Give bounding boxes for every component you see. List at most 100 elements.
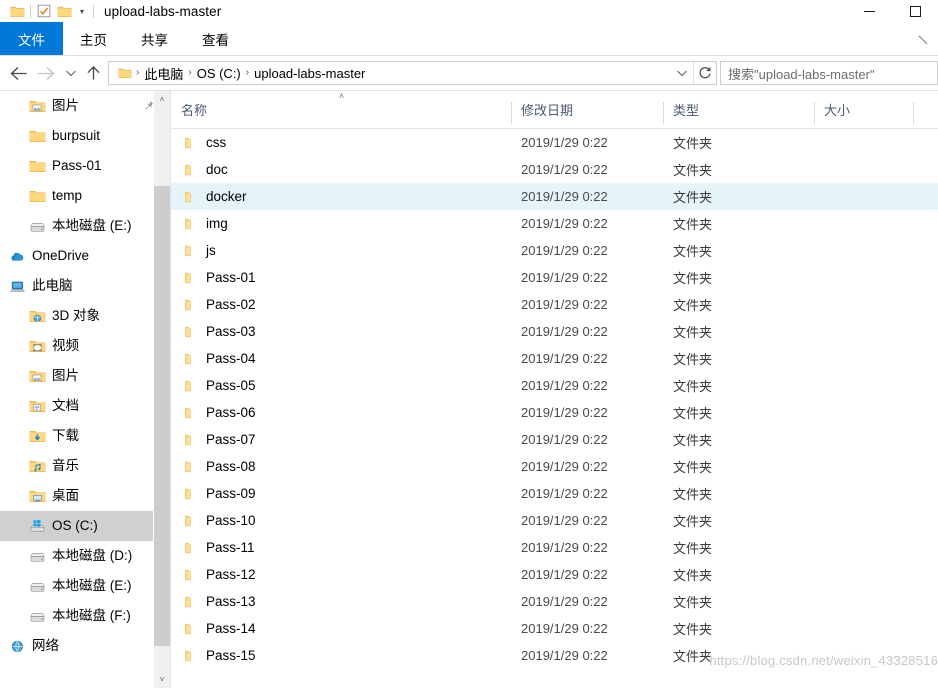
cell-type: 文件夹 [673, 433, 713, 448]
address-dropdown-icon[interactable] [671, 62, 693, 84]
table-row[interactable]: Pass-12 2019/1/29 0:22 文件夹 [171, 561, 938, 588]
cell-name: Pass-04 [171, 351, 511, 366]
column-header-name[interactable]: 名称 ˄ [171, 91, 511, 128]
cell-date-modified: 2019/1/29 0:22 [521, 540, 608, 555]
cell-type: 文件夹 [673, 514, 713, 529]
sidebar-item-本地磁盘f[interactable]: 本地磁盘 (F:) [0, 601, 170, 631]
sidebar-item-本地磁盘e[interactable]: 本地磁盘 (E:) [0, 571, 170, 601]
table-row[interactable]: Pass-08 2019/1/29 0:22 文件夹 [171, 453, 938, 480]
table-row[interactable]: Pass-14 2019/1/29 0:22 文件夹 [171, 615, 938, 642]
sidebar-item-网络[interactable]: 网络 [0, 631, 170, 661]
table-row[interactable]: doc 2019/1/29 0:22 文件夹 [171, 156, 938, 183]
folder-icon [28, 127, 46, 145]
sidebar-item-文档[interactable]: 文档 [0, 391, 170, 421]
scrollbar-thumb[interactable] [154, 186, 170, 646]
sidebar-item-桌面[interactable]: 桌面 [0, 481, 170, 511]
sidebar-item-onedrive[interactable]: OneDrive [0, 241, 170, 271]
tab-file[interactable]: 文件 [0, 22, 63, 55]
maximize-button[interactable] [892, 0, 938, 22]
up-button[interactable] [82, 58, 104, 88]
minimize-button[interactable] [846, 0, 892, 22]
table-row[interactable]: Pass-04 2019/1/29 0:22 文件夹 [171, 345, 938, 372]
file-name: Pass-14 [206, 621, 256, 636]
folder-icon [183, 163, 197, 177]
search-box[interactable]: 搜索"upload-labs-master" [720, 61, 938, 85]
folder-documents-icon [28, 397, 46, 415]
sort-ascending-icon: ˄ [339, 91, 345, 101]
table-row[interactable]: Pass-06 2019/1/29 0:22 文件夹 [171, 399, 938, 426]
table-row[interactable]: js 2019/1/29 0:22 文件夹 [171, 237, 938, 264]
refresh-icon[interactable] [694, 62, 716, 84]
drive-icon [28, 607, 46, 625]
cell-date-modified: 2019/1/29 0:22 [521, 486, 608, 501]
tab-home[interactable]: 主页 [63, 22, 124, 55]
sidebar-item-temp[interactable]: temp [0, 181, 170, 211]
search-input[interactable]: 搜索"upload-labs-master" [721, 64, 875, 83]
recent-locations-button[interactable] [60, 58, 82, 88]
sidebar-item-3d对象[interactable]: 3D 对象 [0, 301, 170, 331]
column-header-size[interactable]: 大小 [814, 91, 914, 128]
sidebar-item-label: temp [52, 188, 83, 204]
file-name: Pass-10 [206, 513, 256, 528]
scroll-down-icon[interactable]: ˅ [154, 671, 170, 688]
cell-date-modified: 2019/1/29 0:22 [521, 567, 608, 582]
sidebar-item-图片[interactable]: 图片 [0, 361, 170, 391]
table-row[interactable]: Pass-13 2019/1/29 0:22 文件夹 [171, 588, 938, 615]
this-pc-icon [8, 277, 26, 295]
sidebar-item-此电脑[interactable]: 此电脑 [0, 271, 170, 301]
cell-name: img [171, 216, 511, 231]
forward-button[interactable] [32, 58, 60, 88]
properties-icon[interactable] [34, 1, 54, 21]
sidebar-item-本地磁盘d[interactable]: 本地磁盘 (D:) [0, 541, 170, 571]
table-row[interactable]: Pass-02 2019/1/29 0:22 文件夹 [171, 291, 938, 318]
breadcrumb-item-os-c[interactable]: OS (C:) [193, 66, 245, 81]
address-bar[interactable]: › 此电脑 › OS (C:) › upload-labs-master [108, 61, 717, 85]
table-row[interactable]: Pass-01 2019/1/29 0:22 文件夹 [171, 264, 938, 291]
table-row[interactable]: css 2019/1/29 0:22 文件夹 [171, 129, 938, 156]
sidebar-item-osc[interactable]: OS (C:) [0, 511, 170, 541]
navigation-scrollbar[interactable]: ˄ ˅ [153, 91, 170, 688]
sidebar-item-音乐[interactable]: 音乐 [0, 451, 170, 481]
table-row[interactable]: Pass-03 2019/1/29 0:22 文件夹 [171, 318, 938, 345]
table-row[interactable]: docker 2019/1/29 0:22 文件夹 [171, 183, 938, 210]
table-row[interactable]: img 2019/1/29 0:22 文件夹 [171, 210, 938, 237]
new-folder-icon[interactable] [54, 1, 74, 21]
sidebar-item-视频[interactable]: 视频 [0, 331, 170, 361]
cell-type: 文件夹 [673, 622, 713, 637]
expand-ribbon-icon[interactable] [914, 31, 932, 49]
folder-downloads-icon [28, 427, 46, 445]
table-row[interactable]: Pass-09 2019/1/29 0:22 文件夹 [171, 480, 938, 507]
sidebar-item-图片[interactable]: 图片 [0, 91, 170, 121]
breadcrumb-folder-icon[interactable] [115, 63, 135, 83]
column-header-date-modified[interactable]: 修改日期 [511, 91, 663, 128]
folder-icon [183, 136, 197, 150]
table-row[interactable]: Pass-10 2019/1/29 0:22 文件夹 [171, 507, 938, 534]
breadcrumb-item-this-pc[interactable]: 此电脑 [140, 64, 187, 83]
folder-icon [183, 271, 197, 285]
back-button[interactable] [4, 58, 32, 88]
folder-icon [183, 541, 197, 555]
scroll-up-icon[interactable]: ˄ [154, 91, 170, 108]
table-row[interactable]: Pass-05 2019/1/29 0:22 文件夹 [171, 372, 938, 399]
folder-icon[interactable] [7, 1, 27, 21]
sidebar-item-本地磁盘e[interactable]: 本地磁盘 (E:) [0, 211, 170, 241]
column-header-type[interactable]: 类型 [663, 91, 814, 128]
cell-date-modified: 2019/1/29 0:22 [521, 135, 608, 150]
cell-type: 文件夹 [673, 541, 713, 556]
tab-share[interactable]: 共享 [124, 22, 185, 55]
table-row[interactable]: Pass-11 2019/1/29 0:22 文件夹 [171, 534, 938, 561]
cell-type: 文件夹 [673, 595, 713, 610]
customize-qat-caret-icon[interactable]: ▾ [74, 1, 90, 21]
cell-date-modified: 2019/1/29 0:22 [521, 648, 608, 663]
table-row[interactable]: Pass-15 2019/1/29 0:22 文件夹 [171, 642, 938, 669]
table-row[interactable]: Pass-07 2019/1/29 0:22 文件夹 [171, 426, 938, 453]
tab-view[interactable]: 查看 [185, 22, 246, 55]
sidebar-item-下载[interactable]: 下载 [0, 421, 170, 451]
sidebar-item-burpsuit[interactable]: burpsuit [0, 121, 170, 151]
cell-name: doc [171, 162, 511, 177]
folder-icon [183, 298, 197, 312]
sidebar-item-pass-01[interactable]: Pass-01 [0, 151, 170, 181]
file-name: Pass-09 [206, 486, 256, 501]
breadcrumb-item-upload-labs-master[interactable]: upload-labs-master [250, 66, 369, 81]
folder-pictures-icon [28, 97, 46, 115]
